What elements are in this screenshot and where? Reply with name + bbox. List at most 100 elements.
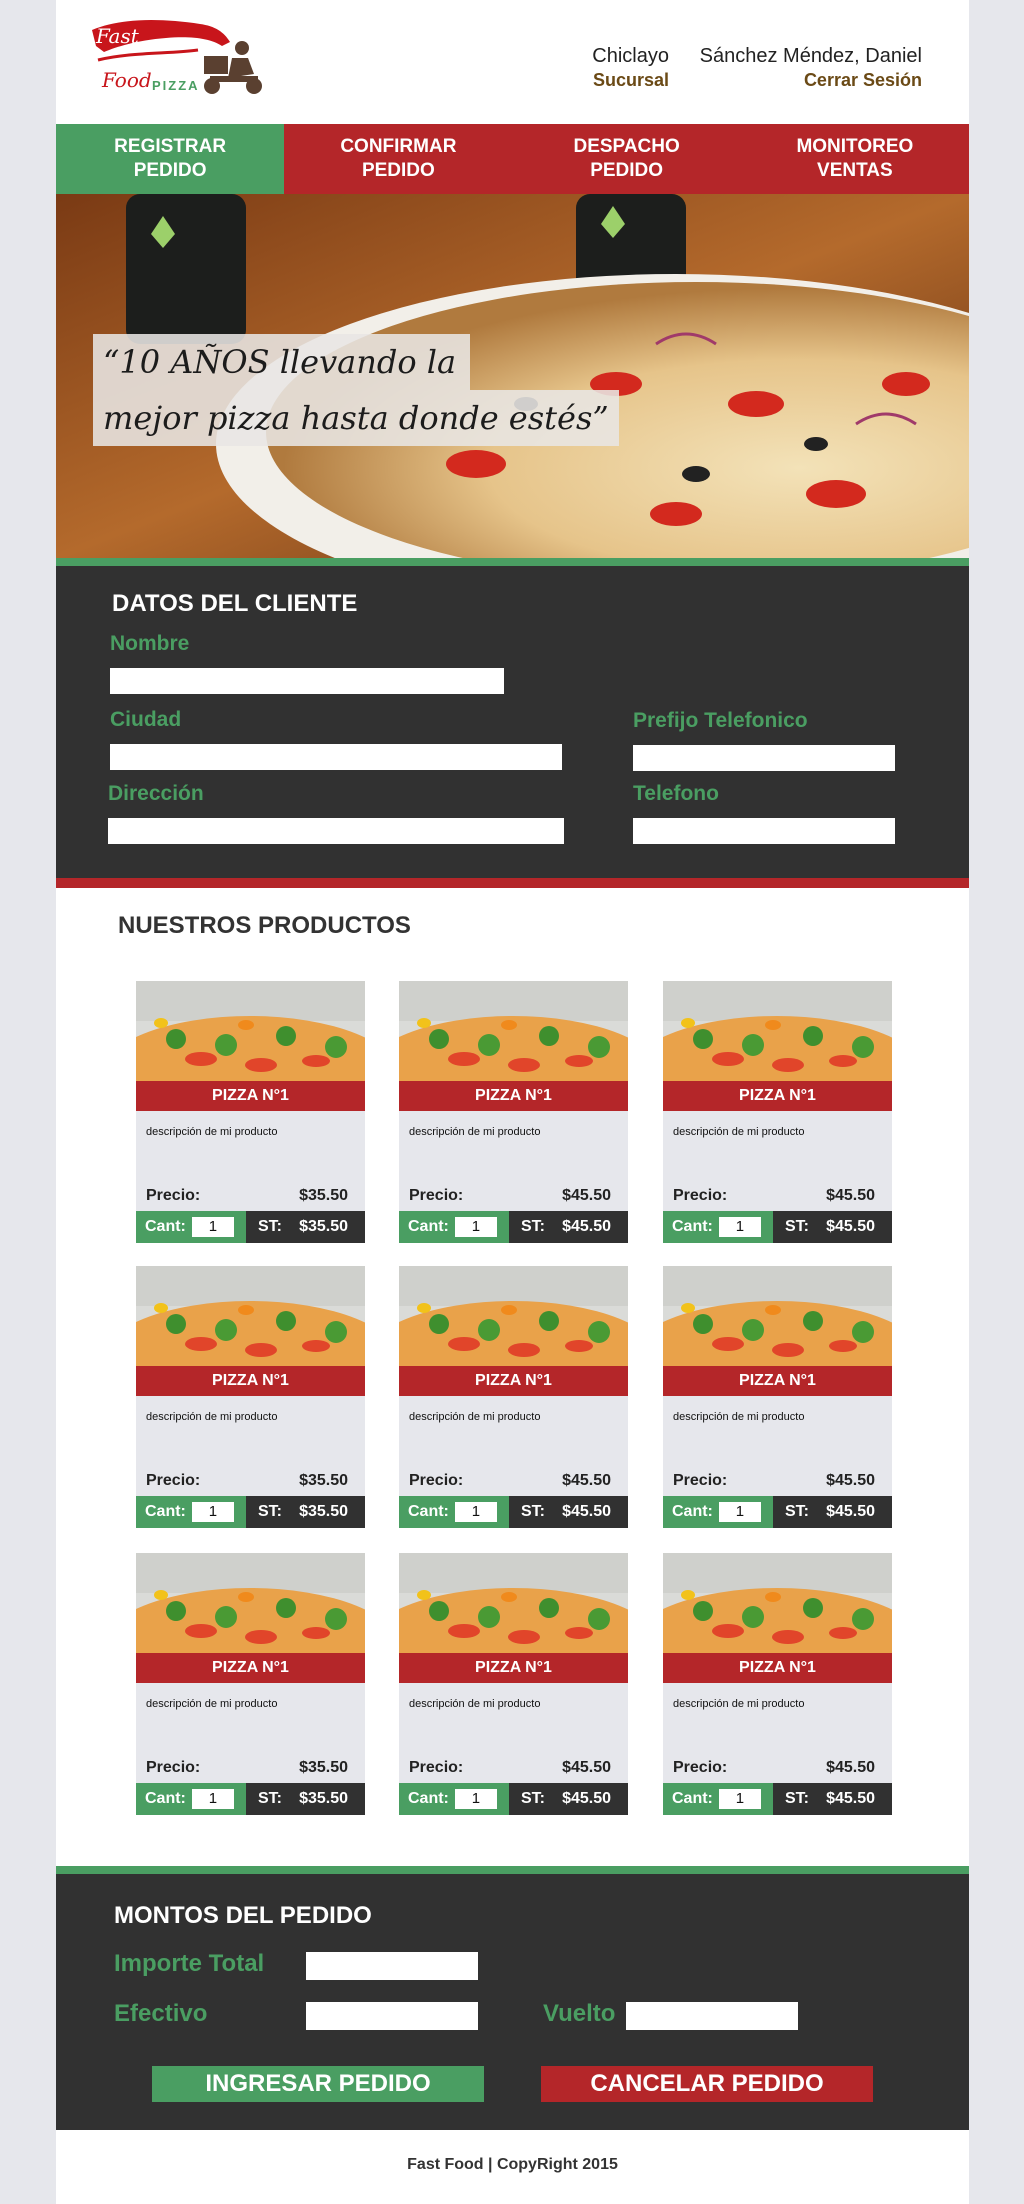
branch-info: Chiclayo Sucursal — [592, 44, 669, 92]
price-value: $45.50 — [826, 1472, 875, 1489]
price-label: Precio: — [146, 1472, 201, 1489]
qty-group: Cant: 1 — [663, 1783, 773, 1815]
cash-field[interactable] — [306, 2002, 478, 2030]
price-value: $45.50 — [562, 1472, 611, 1489]
subtotal-group: ST: $35.50 — [246, 1496, 365, 1528]
telefono-field[interactable] — [633, 818, 895, 844]
user-info: Sánchez Méndez, Daniel Cerrar Sesión — [700, 44, 922, 92]
product-card: PIZZA N°1 descripción de mi producto Preci… — [663, 1553, 892, 1815]
brand-logo[interactable]: Fast Food PIZZA — [90, 16, 270, 106]
qty-label: Cant: — [145, 1503, 186, 1520]
logout-link[interactable]: Cerrar Sesión — [700, 68, 922, 92]
nav-registrar-pedido[interactable]: REGISTRAR PEDIDO — [56, 124, 285, 194]
prefijo-label: Prefijo Telefonico — [633, 709, 808, 732]
product-image — [663, 1553, 892, 1653]
total-label: Importe Total — [114, 1950, 265, 1977]
product-description: descripción de mi producto — [146, 1698, 278, 1710]
product-card: PIZZA N°1 descripción de mi producto Preci… — [399, 1553, 628, 1815]
price-label: Precio: — [409, 1187, 464, 1204]
qty-label: Cant: — [672, 1790, 713, 1807]
subtotal-label: ST: — [258, 1218, 282, 1235]
subtotal-value: $35.50 — [299, 1503, 348, 1520]
product-order-bar: Cant: 1 ST: $35.50 — [136, 1783, 365, 1815]
nav-confirmar-pedido[interactable]: CONFIRMAR PEDIDO — [284, 124, 512, 194]
change-field[interactable] — [626, 2002, 798, 2030]
product-order-bar: Cant: 1 ST: $45.50 — [399, 1783, 628, 1815]
client-section: DATOS DEL CLIENTE Nombre Ciudad Prefijo … — [56, 566, 969, 878]
total-field[interactable] — [306, 1952, 478, 1980]
main-nav: REGISTRAR PEDIDO CONFIRMAR PEDIDO DESPAC… — [56, 124, 969, 194]
price-label: Precio: — [673, 1187, 728, 1204]
qty-input[interactable]: 1 — [454, 1789, 497, 1809]
qty-group: Cant: 1 — [136, 1211, 246, 1243]
qty-input[interactable]: 1 — [454, 1217, 497, 1237]
price-value: $45.50 — [562, 1187, 611, 1204]
product-name: PIZZA N°1 — [399, 1366, 628, 1396]
subtotal-label: ST: — [521, 1503, 545, 1520]
product-image — [136, 1266, 365, 1366]
product-name: PIZZA N°1 — [399, 1081, 628, 1111]
price-label: Precio: — [409, 1759, 464, 1776]
qty-input[interactable]: 1 — [191, 1789, 234, 1809]
qty-input[interactable]: 1 — [718, 1217, 761, 1237]
product-description: descripción de mi producto — [673, 1698, 805, 1710]
product-card: PIZZA N°1 descripción de mi producto Preci… — [399, 1266, 628, 1528]
product-card: PIZZA N°1 descripción de mi producto Preci… — [663, 981, 892, 1243]
subtotal-value: $35.50 — [299, 1790, 348, 1807]
qty-input[interactable]: 1 — [191, 1502, 234, 1522]
product-order-bar: Cant: 1 ST: $45.50 — [663, 1496, 892, 1528]
subtotal-value: $45.50 — [826, 1218, 875, 1235]
divider-green-2 — [56, 1866, 969, 1874]
qty-label: Cant: — [672, 1218, 713, 1235]
subtotal-value: $45.50 — [562, 1790, 611, 1807]
price-label: Precio: — [673, 1759, 728, 1776]
subtotal-group: ST: $45.50 — [509, 1496, 628, 1528]
nombre-field[interactable] — [110, 668, 504, 694]
qty-label: Cant: — [145, 1218, 186, 1235]
product-image — [399, 1553, 628, 1653]
qty-input[interactable]: 1 — [454, 1502, 497, 1522]
subtotal-group: ST: $45.50 — [773, 1211, 892, 1243]
products-title: NUESTROS PRODUCTOS — [118, 912, 411, 939]
subtotal-group: ST: $35.50 — [246, 1783, 365, 1815]
nav-monitoreo-ventas[interactable]: MONITOREO VENTAS — [741, 124, 969, 194]
product-name: PIZZA N°1 — [663, 1366, 892, 1396]
qty-label: Cant: — [145, 1790, 186, 1807]
product-card: PIZZA N°1 descripción de mi producto Preci… — [663, 1266, 892, 1528]
submit-order-button[interactable]: INGRESAR PEDIDO — [152, 2066, 484, 2102]
product-image — [399, 1266, 628, 1366]
prefijo-field[interactable] — [633, 745, 895, 771]
price-value: $35.50 — [299, 1187, 348, 1204]
product-name: PIZZA N°1 — [136, 1653, 365, 1683]
client-title: DATOS DEL CLIENTE — [112, 590, 358, 617]
user-name: Sánchez Méndez, Daniel — [699, 45, 922, 67]
price-value: $45.50 — [826, 1187, 875, 1204]
qty-input[interactable]: 1 — [718, 1789, 761, 1809]
page: Fast Food PIZZA Chiclayo Sucursal Sánche… — [56, 0, 969, 2204]
cancel-order-button[interactable]: CANCELAR PEDIDO — [541, 2066, 873, 2102]
qty-group: Cant: 1 — [399, 1211, 509, 1243]
product-name: PIZZA N°1 — [663, 1081, 892, 1111]
ciudad-field[interactable] — [110, 744, 562, 770]
qty-input[interactable]: 1 — [718, 1502, 761, 1522]
price-label: Precio: — [146, 1187, 201, 1204]
direccion-field[interactable] — [108, 818, 564, 844]
product-description: descripción de mi producto — [409, 1126, 541, 1138]
product-description: descripción de mi producto — [146, 1411, 278, 1423]
divider-green — [56, 558, 969, 566]
qty-label: Cant: — [672, 1503, 713, 1520]
nav-despacho-pedido[interactable]: DESPACHO PEDIDO — [513, 124, 741, 194]
subtotal-value: $35.50 — [299, 1218, 348, 1235]
branch-label: Sucursal — [592, 70, 669, 90]
divider-red — [56, 878, 969, 888]
product-name: PIZZA N°1 — [663, 1653, 892, 1683]
qty-label: Cant: — [408, 1218, 449, 1235]
price-value: $45.50 — [826, 1759, 875, 1776]
product-image — [399, 981, 628, 1081]
subtotal-label: ST: — [521, 1790, 545, 1807]
subtotal-label: ST: — [258, 1503, 282, 1520]
product-image — [663, 981, 892, 1081]
qty-input[interactable]: 1 — [191, 1217, 234, 1237]
price-label: Precio: — [673, 1472, 728, 1489]
logo-text-fast: Fast — [96, 24, 139, 48]
